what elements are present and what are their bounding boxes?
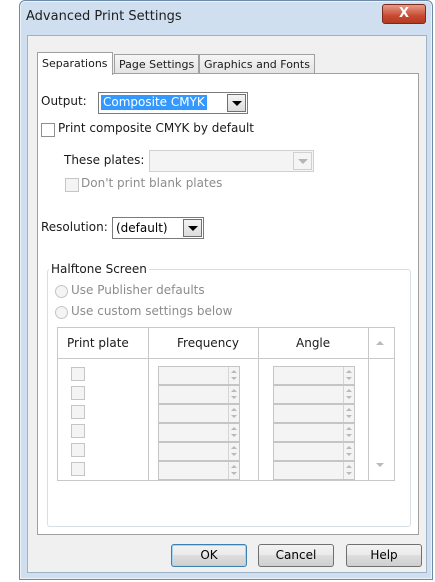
publisher-defaults-radio[interactable] <box>55 285 68 298</box>
spin-up-icon[interactable] <box>231 427 237 430</box>
col-print-plate: Print plate <box>67 336 129 350</box>
angle-stepper[interactable] <box>273 385 355 404</box>
print-plate-checkbox[interactable] <box>71 405 85 419</box>
angle-stepper[interactable] <box>273 404 355 423</box>
chevron-down-icon[interactable] <box>227 94 246 112</box>
spin-down-icon[interactable] <box>346 453 352 456</box>
spin-up-icon[interactable] <box>231 465 237 468</box>
halftone-title: Halftone Screen <box>49 262 149 276</box>
blank-plates-label: Don't print blank plates <box>81 176 223 190</box>
cancel-button[interactable]: Cancel <box>258 544 334 567</box>
spin-down-icon[interactable] <box>231 453 237 456</box>
composite-default-label: Print composite CMYK by default <box>58 121 254 135</box>
dialog-window: Advanced Print Settings X Separations Pa… <box>19 0 433 580</box>
angle-stepper[interactable] <box>273 366 355 385</box>
halftone-table: Print plate Frequency Angle <box>57 327 395 481</box>
resolution-select[interactable]: (default) <box>112 217 204 239</box>
dialog-title: Advanced Print Settings <box>26 9 182 24</box>
scroll-down-icon[interactable] <box>376 463 384 467</box>
spin-up-icon[interactable] <box>346 389 352 392</box>
spin-up-icon[interactable] <box>231 408 237 411</box>
print-plate-checkbox[interactable] <box>71 367 85 381</box>
ok-button[interactable]: OK <box>171 544 247 567</box>
plates-label: These plates: <box>64 153 145 167</box>
spin-down-icon[interactable] <box>231 377 237 380</box>
spin-down-icon[interactable] <box>346 377 352 380</box>
resolution-label: Resolution: <box>41 220 108 234</box>
halftone-title-text: Halftone Screen <box>49 262 149 276</box>
print-plate-checkbox[interactable] <box>71 443 85 457</box>
frequency-stepper[interactable] <box>158 385 240 404</box>
frequency-stepper[interactable] <box>158 461 240 480</box>
spin-down-icon[interactable] <box>231 472 237 475</box>
title-bar[interactable]: Advanced Print Settings X <box>20 1 432 35</box>
angle-stepper[interactable] <box>273 442 355 461</box>
tab-graphics-and-fonts[interactable]: Graphics and Fonts <box>199 54 315 74</box>
col-frequency: Frequency <box>177 336 239 350</box>
spin-down-icon[interactable] <box>346 396 352 399</box>
spin-up-icon[interactable] <box>346 427 352 430</box>
spin-down-icon[interactable] <box>231 396 237 399</box>
spin-down-icon[interactable] <box>231 415 237 418</box>
spin-up-icon[interactable] <box>346 370 352 373</box>
spin-up-icon[interactable] <box>231 370 237 373</box>
chevron-down-icon[interactable] <box>183 219 202 237</box>
spin-up-icon[interactable] <box>346 446 352 449</box>
custom-settings-radio[interactable] <box>55 306 68 319</box>
table-scrollbar[interactable] <box>368 329 393 479</box>
spin-up-icon[interactable] <box>231 446 237 449</box>
frequency-stepper[interactable] <box>158 442 240 461</box>
output-select[interactable]: Composite CMYK <box>98 92 248 114</box>
composite-default-checkbox[interactable] <box>41 123 55 137</box>
angle-stepper[interactable] <box>273 461 355 480</box>
blank-plates-checkbox[interactable] <box>65 178 79 192</box>
print-plate-checkbox[interactable] <box>71 462 85 476</box>
spin-down-icon[interactable] <box>346 415 352 418</box>
output-value: Composite CMYK <box>101 95 207 110</box>
plates-select[interactable] <box>149 150 314 172</box>
spin-up-icon[interactable] <box>231 389 237 392</box>
tab-separations[interactable]: Separations <box>37 52 113 75</box>
tab-page-settings[interactable]: Page Settings <box>114 54 200 74</box>
close-icon: X <box>398 6 410 21</box>
scroll-up-icon[interactable] <box>376 341 384 345</box>
print-plate-checkbox[interactable] <box>71 386 85 400</box>
spin-down-icon[interactable] <box>346 434 352 437</box>
frequency-stepper[interactable] <box>158 404 240 423</box>
help-button[interactable]: Help <box>346 544 422 567</box>
frequency-stepper[interactable] <box>158 423 240 442</box>
spin-down-icon[interactable] <box>346 472 352 475</box>
output-label: Output: <box>41 94 87 108</box>
angle-stepper[interactable] <box>273 423 355 442</box>
custom-settings-label: Use custom settings below <box>71 304 233 318</box>
print-plate-checkbox[interactable] <box>71 424 85 438</box>
spin-up-icon[interactable] <box>346 408 352 411</box>
spin-up-icon[interactable] <box>346 465 352 468</box>
resolution-value: (default) <box>116 221 168 235</box>
publisher-defaults-label: Use Publisher defaults <box>71 283 205 297</box>
close-button[interactable]: X <box>382 4 426 24</box>
chevron-down-icon[interactable] <box>293 152 312 170</box>
dialog-body: Separations Page Settings Graphics and F… <box>27 35 427 573</box>
frequency-stepper[interactable] <box>158 366 240 385</box>
spin-down-icon[interactable] <box>231 434 237 437</box>
col-angle: Angle <box>296 336 331 350</box>
